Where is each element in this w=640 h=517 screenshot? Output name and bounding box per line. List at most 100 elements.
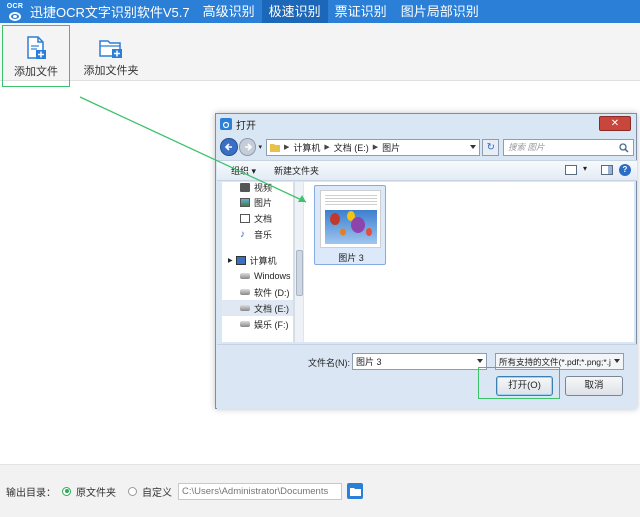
navigation-scrollbar[interactable] (294, 182, 303, 342)
preview-pane-icon[interactable] (601, 165, 613, 175)
tab-ticket-recognition[interactable]: 票证识别 (328, 0, 394, 23)
eye-icon (9, 11, 21, 21)
filename-input[interactable]: 图片 3 (352, 353, 487, 370)
nav-item-drive-d[interactable]: 软件 (D:) (222, 284, 293, 300)
new-folder-button[interactable]: 新建文件夹 (274, 164, 319, 177)
radio-custom-folder[interactable] (128, 486, 137, 496)
help-icon[interactable]: ? (619, 164, 631, 176)
add-file-button[interactable]: 添加文件 (2, 25, 70, 87)
nav-item-drive-e[interactable]: 文档 (E:) (222, 300, 293, 316)
search-input[interactable]: 搜索 图片 (503, 138, 634, 156)
breadcrumb-separator-icon: ▶ (324, 144, 330, 151)
scrollbar-thumb[interactable] (296, 250, 303, 296)
picture-icon (240, 197, 250, 207)
breadcrumb-computer[interactable]: 计算机 (293, 141, 320, 154)
command-bar: 组织 ▾ 新建文件夹 ▾ ? (217, 160, 637, 181)
folder-open-icon (349, 487, 361, 496)
filename-dropdown-icon[interactable] (477, 359, 483, 363)
title-bar: OCR 迅捷OCR文字识别软件V5.7 高级识别 极速识别 票证识别 图片局部识… (0, 0, 640, 23)
address-dropdown-icon[interactable] (470, 144, 477, 149)
nav-item-computer[interactable]: ▶ 计算机 (222, 252, 293, 268)
app-logo: OCR (2, 0, 28, 23)
browse-folder-button[interactable] (347, 483, 363, 499)
add-folder-icon (98, 33, 124, 59)
open-button-highlight (478, 367, 560, 399)
open-file-dialog: 打开 ✕ ▾ ▶ 计算机 ▶ 文档 (E:) ▶ 图片 ↻ 搜索 图片 组织 ▾… (215, 113, 637, 409)
music-icon: ♪ (240, 228, 245, 240)
nav-item-label: 视频 (254, 182, 273, 193)
nav-item-label: 文档 (254, 213, 273, 224)
nav-item-label: 软件 (D:) (254, 287, 290, 298)
tab-advanced-recognition[interactable]: 高级识别 (196, 0, 262, 23)
breadcrumb-separator-icon: ▶ (372, 144, 379, 151)
address-row: ▾ ▶ 计算机 ▶ 文档 (E:) ▶ 图片 ↻ 搜索 图片 (220, 136, 634, 158)
dialog-title: 打开 (236, 120, 256, 132)
dialog-title-bar: 打开 ✕ (216, 114, 636, 134)
nav-item-drive-f[interactable]: 娱乐 (F:) (222, 316, 293, 332)
view-dropdown-icon[interactable]: ▾ (583, 164, 587, 173)
dialog-close-button[interactable]: ✕ (599, 116, 631, 131)
cancel-button[interactable]: 取消 (565, 376, 623, 396)
option-original-folder-label[interactable]: 原文件夹 (76, 484, 116, 499)
tab-fast-recognition[interactable]: 极速识别 (261, 0, 328, 23)
folder-icon (269, 143, 280, 152)
option-custom-label[interactable]: 自定义 (142, 484, 172, 499)
history-dropdown-icon[interactable]: ▾ (258, 143, 262, 151)
drive-icon (240, 273, 250, 279)
nav-item-pictures[interactable]: 图片 (222, 194, 293, 210)
thumbnail-text-lines (325, 195, 377, 207)
file-item-selected[interactable]: 图片 3 (314, 185, 386, 265)
nav-item-label: 计算机 (249, 255, 277, 266)
nav-item-drive-windows[interactable]: Windows (222, 268, 293, 284)
document-icon (240, 213, 250, 223)
balloon-image (325, 210, 377, 244)
tab-image-partial-recognition[interactable]: 图片局部识别 (394, 0, 486, 23)
search-icon (619, 142, 629, 153)
file-type-value: 所有支持的文件(*.pdf;*.png;*.j (499, 356, 611, 367)
app-title: 迅捷OCR文字识别软件V5.7 (30, 5, 190, 20)
add-file-label: 添加文件 (14, 66, 58, 78)
breadcrumb-pictures[interactable]: 图片 (382, 141, 400, 154)
organize-menu[interactable]: 组织 ▾ (231, 164, 256, 177)
back-arrow-icon (224, 143, 232, 151)
nav-item-label: 音乐 (254, 229, 273, 240)
add-folder-label: 添加文件夹 (83, 65, 139, 77)
forward-button[interactable] (238, 138, 257, 156)
expand-arrow-icon[interactable]: ▶ (228, 257, 233, 264)
file-type-dropdown-icon[interactable] (614, 359, 620, 363)
nav-item-documents[interactable]: 文档 (222, 210, 293, 226)
logo-text: OCR (6, 2, 24, 10)
refresh-button[interactable]: ↻ (482, 138, 500, 156)
file-list-pane: 图片 3 (304, 182, 634, 342)
output-settings-bar: 输出目录： 原文件夹 自定义 (0, 464, 640, 517)
output-path-input[interactable] (178, 482, 342, 500)
add-file-icon (25, 34, 47, 60)
dialog-app-icon (220, 118, 232, 130)
refresh-icon: ↻ (486, 141, 495, 153)
view-options-icon[interactable] (565, 165, 577, 175)
drive-icon (240, 289, 250, 295)
add-folder-button[interactable]: 添加文件夹 (82, 28, 140, 78)
file-thumbnail (320, 190, 381, 248)
search-placeholder: 搜索 图片 (508, 142, 545, 152)
forward-arrow-icon (244, 143, 252, 151)
toolbar: 添加文件 添加文件夹 (0, 23, 640, 87)
nav-item-label: 文档 (E:) (254, 303, 289, 314)
filename-label: 文件名(N): (308, 358, 350, 368)
nav-item-label: 图片 (254, 197, 273, 208)
drive-icon (240, 321, 250, 327)
file-item-label: 图片 3 (338, 253, 364, 263)
video-icon (240, 182, 250, 192)
radio-original-folder[interactable] (62, 486, 71, 496)
breadcrumb-drive-e[interactable]: 文档 (E:) (334, 141, 369, 154)
drive-icon (240, 305, 250, 311)
back-button[interactable] (220, 138, 238, 156)
nav-item-label: 娱乐 (F:) (254, 319, 289, 330)
computer-icon (235, 255, 246, 265)
nav-item-label: Windows (254, 271, 291, 281)
address-bar[interactable]: ▶ 计算机 ▶ 文档 (E:) ▶ 图片 (265, 138, 481, 156)
nav-item-music[interactable]: ♪ 音乐 (222, 226, 293, 242)
output-dir-label: 输出目录： (6, 487, 56, 499)
nav-item-videos[interactable]: 视频 (222, 182, 293, 194)
filename-value: 图片 3 (356, 357, 382, 367)
